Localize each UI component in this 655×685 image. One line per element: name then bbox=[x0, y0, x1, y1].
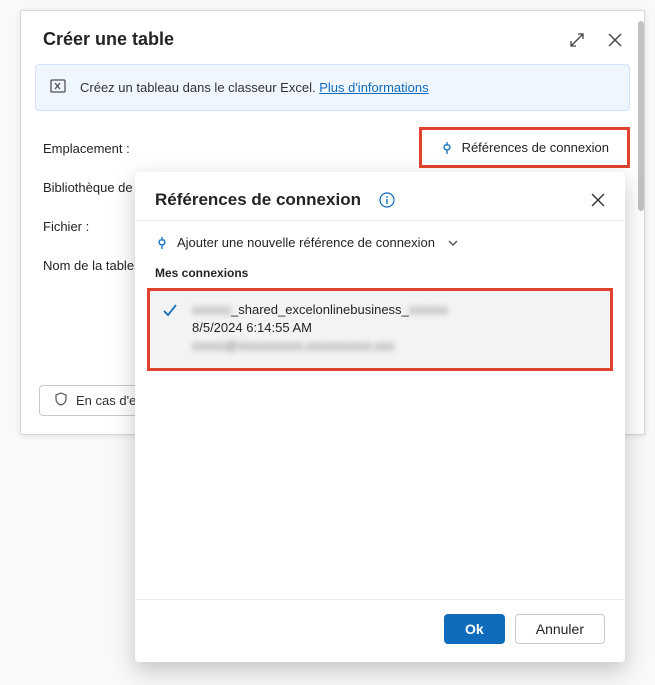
connection-item[interactable]: xxxxxx_shared_excelonlinebusiness_xxxxxx… bbox=[150, 291, 610, 368]
more-info-link[interactable]: Plus d'informations bbox=[319, 80, 428, 95]
connection-name-redacted-suffix: xxxxxx bbox=[409, 302, 448, 317]
ok-button[interactable]: Ok bbox=[444, 614, 505, 644]
connection-name-redacted-prefix: xxxxxx bbox=[192, 302, 231, 317]
connection-name: xxxxxx_shared_excelonlinebusiness_xxxxxx bbox=[192, 301, 598, 319]
plug-icon bbox=[155, 236, 169, 250]
check-icon bbox=[162, 303, 178, 319]
add-connection-reference-label: Ajouter une nouvelle référence de connex… bbox=[177, 235, 435, 250]
connection-references-label: Références de connexion bbox=[462, 140, 609, 155]
connection-item-highlight: xxxxxx_shared_excelonlinebusiness_xxxxxx… bbox=[147, 288, 613, 371]
info-banner: Créez un tableau dans le classeur Excel.… bbox=[35, 64, 630, 111]
my-connections-label: Mes connexions bbox=[135, 260, 625, 284]
info-banner-text: Créez un tableau dans le classeur Excel.… bbox=[80, 80, 429, 95]
add-connection-reference-button[interactable]: Ajouter une nouvelle référence de connex… bbox=[135, 221, 625, 260]
error-button-label: En cas d'er bbox=[76, 393, 141, 408]
dialog-title: Créer une table bbox=[43, 29, 174, 50]
cancel-button[interactable]: Annuler bbox=[515, 614, 605, 644]
dialog-header: Créer une table bbox=[21, 11, 644, 64]
connection-owner-redacted: xxxxx@xxxxxxxxxx.xxxxxxxxxx.xxx bbox=[192, 337, 598, 355]
chevron-down-icon bbox=[447, 237, 459, 249]
connection-references-popover: Références de connexion Ajouter une nouv… bbox=[135, 172, 625, 662]
expand-icon[interactable] bbox=[570, 33, 584, 47]
connection-name-mid: _shared_excelonlinebusiness_ bbox=[231, 302, 409, 317]
scrollbar[interactable] bbox=[638, 21, 644, 211]
plug-icon bbox=[440, 141, 454, 155]
info-text: Créez un tableau dans le classeur Excel. bbox=[80, 80, 319, 95]
excel-icon bbox=[50, 77, 68, 98]
popover-close-icon[interactable] bbox=[591, 193, 605, 207]
popover-header: Références de connexion bbox=[135, 172, 625, 221]
connection-timestamp: 8/5/2024 6:14:55 AM bbox=[192, 319, 598, 337]
connection-references-button[interactable]: Références de connexion bbox=[424, 132, 625, 163]
popover-footer: Ok Annuler bbox=[135, 599, 625, 662]
shield-icon bbox=[54, 392, 68, 409]
info-icon[interactable] bbox=[379, 192, 395, 208]
connection-item-text: xxxxxx_shared_excelonlinebusiness_xxxxxx… bbox=[192, 301, 598, 356]
dialog-header-actions bbox=[570, 33, 622, 47]
close-icon[interactable] bbox=[608, 33, 622, 47]
popover-title: Références de connexion bbox=[155, 190, 361, 210]
connection-references-highlight: Références de connexion bbox=[419, 127, 630, 168]
